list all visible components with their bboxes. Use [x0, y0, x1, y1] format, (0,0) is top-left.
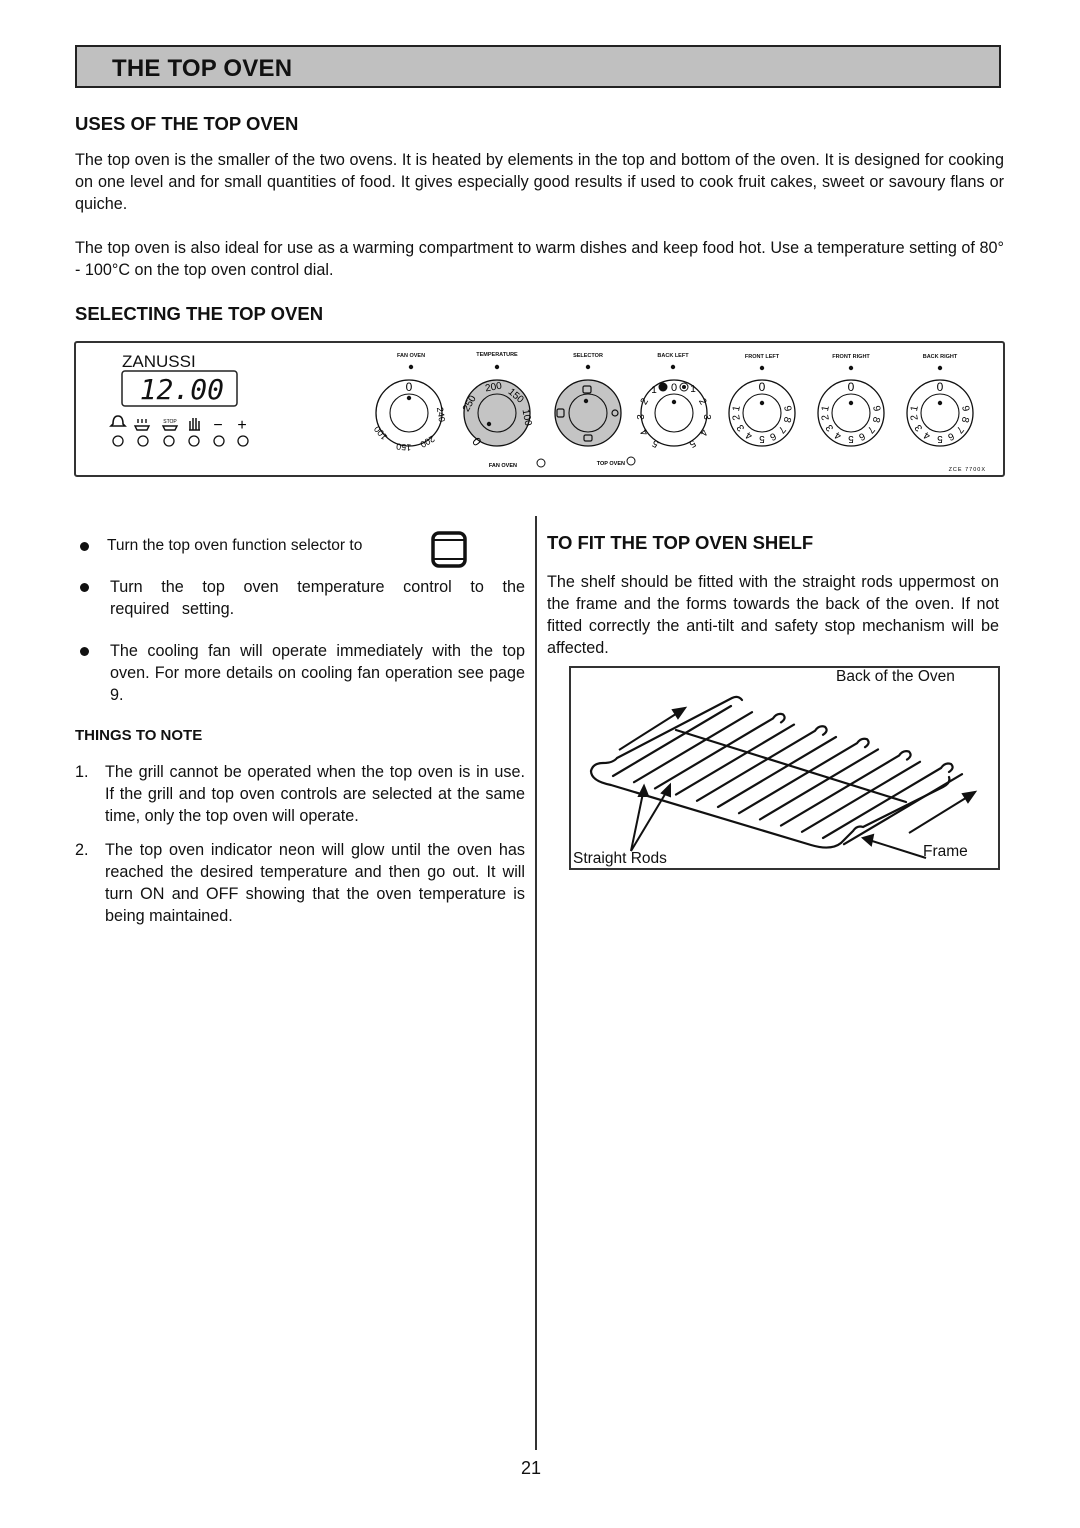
knob-front-right[interactable]: 01234 5 6789	[817, 379, 885, 447]
things-to-note-heading: THINGS TO NOTE	[75, 727, 203, 744]
minus-icon: −	[213, 417, 222, 434]
knob-mark: 5	[759, 433, 765, 444]
knob-fan-oven[interactable]: 0 240 200 150 100	[372, 379, 447, 453]
knob-mark: 5	[937, 433, 943, 444]
arrow-frame	[868, 839, 927, 859]
shelf-rod	[695, 725, 828, 802]
page-number: 21	[521, 1458, 542, 1478]
arrow-rod-1-head	[637, 783, 650, 797]
knob-label-front-right: FRONT RIGHT	[832, 354, 870, 360]
timer-button-manual[interactable]	[188, 435, 200, 447]
label-straight-rods: Straight Rods	[573, 850, 667, 867]
shelf-heading: TO FIT THE TOP OVEN SHELF	[547, 532, 814, 553]
clock-display: 12.00	[140, 373, 224, 406]
model-code: ZCE 7700X	[949, 467, 986, 473]
bullet-item-1: Turn the top oven function selector to	[80, 531, 530, 575]
column-divider	[535, 516, 537, 1450]
stop-icon	[161, 425, 179, 431]
timer-button-bell[interactable]	[112, 435, 124, 447]
page-title: THE TOP OVEN	[112, 55, 293, 82]
svg-text:150: 150	[396, 441, 412, 452]
svg-text:0: 0	[406, 380, 413, 394]
knob-mark: 5	[848, 433, 854, 444]
shelf-rod	[653, 712, 786, 790]
knob-selector[interactable]	[554, 379, 622, 447]
timer-button-plus[interactable]	[237, 435, 249, 447]
knob-mark: 0	[937, 380, 944, 394]
shelf-diagram: Back of the Oven Straight Rods Frame	[569, 666, 1000, 870]
bullet-icon	[80, 647, 89, 656]
indicator-label-fan-oven: FAN OVEN	[489, 463, 517, 469]
shelf-frame-left	[589, 695, 744, 773]
shelf-rod	[737, 737, 870, 815]
timer-button-cook-time[interactable]	[137, 435, 149, 447]
selecting-heading: SELECTING THE TOP OVEN	[75, 303, 324, 324]
knob-label-front-left: FRONT LEFT	[745, 354, 780, 360]
indicator-label-top-oven: TOP OVEN	[597, 461, 625, 467]
indicator-neon-top-oven	[626, 456, 636, 466]
svg-text:3: 3	[636, 414, 647, 420]
knob-label-back-right: BACK RIGHT	[923, 354, 958, 360]
shelf-rod	[716, 735, 838, 809]
shelf-rod	[821, 762, 954, 840]
uses-heading: USES OF THE TOP OVEN	[75, 113, 299, 134]
svg-text:1: 1	[690, 384, 696, 395]
bullet-item-2: Turn the top oven temperature control to…	[80, 576, 525, 620]
shelf-rod	[800, 760, 922, 833]
shelf-rod	[842, 773, 964, 846]
top-oven-symbol-icon	[431, 531, 467, 568]
control-panel-svg: ZANUSSI 12.00 STOP − + FAN OVEN TEMPERAT…	[109, 352, 986, 473]
uses-paragraph-2: The top oven is also ideal for use as a …	[75, 239, 1004, 279]
shelf-rod	[779, 750, 912, 827]
arrow-rod-2-head	[660, 782, 671, 798]
page-title-bar: THE TOP OVEN	[75, 45, 1001, 88]
control-panel-diagram: ZANUSSI 12.00 STOP − + FAN OVEN TEMPERAT…	[74, 341, 1005, 477]
uses-paragraph-1: The top oven is the smaller of the two o…	[75, 151, 1004, 213]
knob-label-selector: SELECTOR	[573, 353, 603, 359]
arrow-right-head	[961, 790, 978, 804]
knob-back-right[interactable]: 01234 5 6789	[906, 379, 974, 447]
bell-icon	[109, 415, 127, 427]
shelf-diagram-svg	[589, 695, 978, 859]
timer-symbols: STOP − +	[109, 415, 247, 434]
knob-label-fan-oven: FAN OVEN	[397, 353, 425, 359]
knob-label-back-left: BACK LEFT	[657, 353, 689, 359]
hand-icon	[189, 418, 200, 431]
plus-icon: +	[237, 417, 246, 434]
bullet-icon	[80, 583, 89, 592]
bullet-item-3: The cooling fan will operate immediately…	[80, 640, 525, 706]
note-item-2: 2. The top oven indicator neon will glow…	[75, 841, 525, 925]
brand-logo: ZANUSSI	[122, 352, 196, 371]
shelf-paragraph: The shelf should be fitted with the stra…	[547, 573, 999, 657]
knob-label-temperature: TEMPERATURE	[476, 352, 518, 358]
knob-mark: 0	[759, 380, 766, 394]
knob-temperature[interactable]: 250 200 150 100 0	[461, 379, 534, 449]
stop-icon-label: STOP	[163, 419, 177, 425]
arrow-frame-head	[860, 833, 875, 847]
timer-button-minus[interactable]	[213, 435, 225, 447]
cook-time-icon	[133, 419, 151, 431]
timer-button-stop[interactable]	[163, 435, 175, 447]
bullet-icon	[80, 542, 89, 551]
svg-text:0: 0	[671, 382, 677, 394]
note-item-1: 1. The grill cannot be operated when the…	[75, 763, 525, 825]
shelf-frame-front	[589, 769, 951, 849]
label-frame: Frame	[923, 843, 968, 860]
shelf-rod	[758, 748, 880, 821]
knob-front-left[interactable]: 01234 5 6789	[728, 379, 796, 447]
knob-mark: 0	[848, 380, 855, 394]
label-back-of-oven: Back of the Oven	[836, 668, 955, 685]
arrow-left-head	[671, 706, 688, 720]
svg-text:3: 3	[701, 414, 712, 420]
svg-text:1: 1	[651, 385, 657, 396]
timer-buttons	[112, 435, 249, 447]
indicator-neon-fan-oven	[536, 458, 546, 468]
knob-back-left[interactable]: 0 1 1 2 2 3 3 4 4 5 5	[636, 379, 712, 450]
